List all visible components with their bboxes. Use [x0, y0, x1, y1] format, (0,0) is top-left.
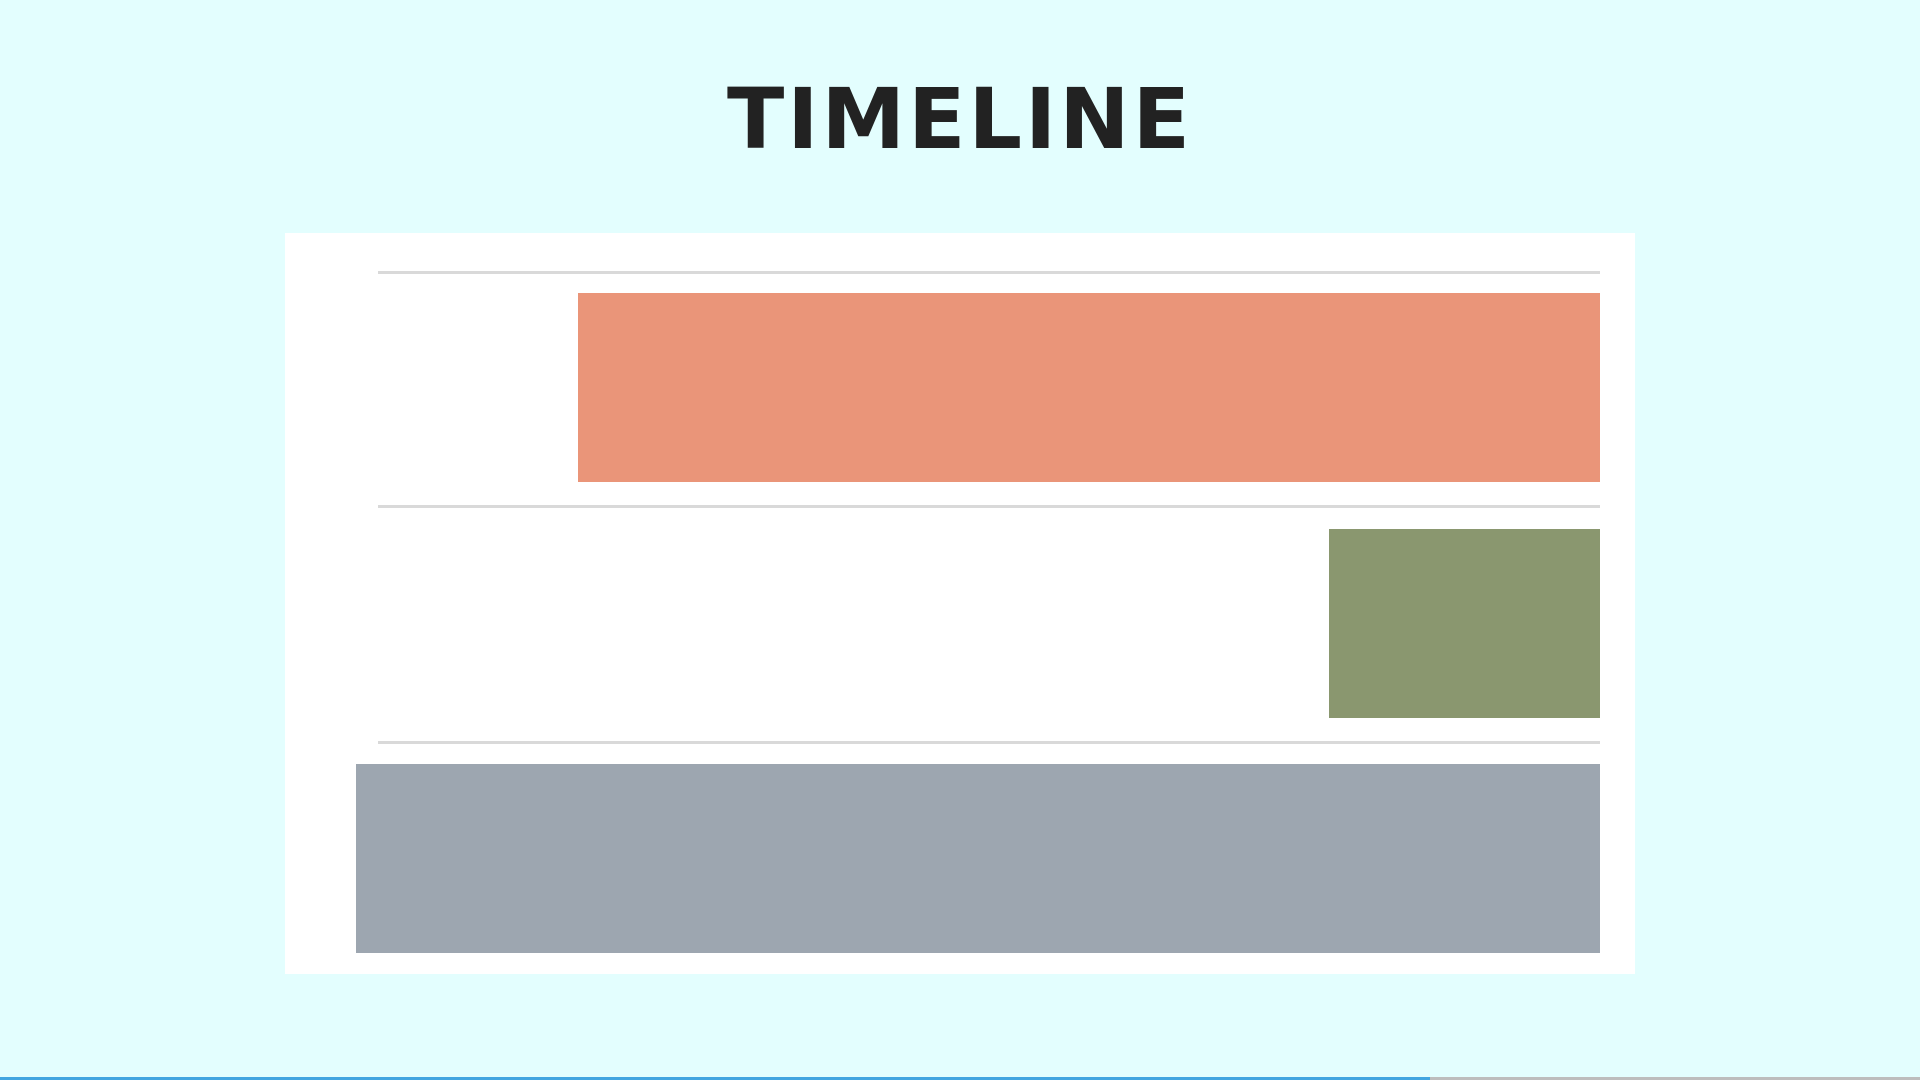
timeline-divider [378, 271, 1600, 274]
timeline-bar [578, 293, 1600, 482]
slide: TIMELINE [0, 0, 1920, 1080]
timeline-divider [378, 741, 1600, 744]
timeline-panel [285, 233, 1635, 974]
timeline-bar [1328, 529, 1600, 718]
timeline-bar [356, 764, 1600, 953]
slide-title: TIMELINE [727, 70, 1193, 168]
timeline-divider [378, 505, 1600, 508]
